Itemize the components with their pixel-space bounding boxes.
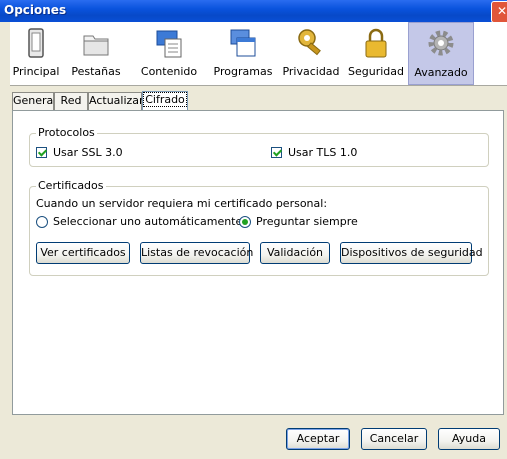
tab-label: Red <box>60 94 82 107</box>
tab-cifrado[interactable]: Cifrado <box>142 91 188 111</box>
cert-prompt: Cuando un servidor requiera mi certifica… <box>36 197 328 210</box>
options-window: Opciones ✕ Principal Pestañas Contenido … <box>0 0 507 459</box>
key-icon <box>298 29 321 56</box>
toolbar-item-avanzado[interactable]: Avanzado <box>408 22 474 85</box>
help-button[interactable]: Ayuda <box>438 428 500 450</box>
tab-red[interactable]: Red <box>54 92 88 110</box>
validation-button[interactable]: Validación <box>260 242 330 264</box>
tab-actualizar[interactable]: Actualizar <box>88 92 144 110</box>
programs-icon <box>230 29 256 57</box>
ssl-label[interactable]: Usar SSL 3.0 <box>53 146 123 159</box>
toolbar-label: Avanzado <box>414 66 468 79</box>
gear-icon <box>428 30 454 56</box>
folder-icon <box>83 35 109 56</box>
radio-auto-label[interactable]: Seleccionar uno automáticamente <box>53 215 242 228</box>
toolbar-item-pestanas[interactable]: Pestañas <box>62 22 130 85</box>
toolbar-item-privacidad[interactable]: Privacidad <box>278 22 344 85</box>
toolbar-item-principal[interactable]: Principal <box>10 22 62 85</box>
toolbar-item-programas[interactable]: Programas <box>208 22 278 85</box>
certificados-group: Certificados Cuando un servidor requiera… <box>29 179 489 276</box>
view-certificates-button[interactable]: Ver certificados <box>36 242 130 264</box>
padlock-icon <box>365 28 387 58</box>
cifrado-panel: Protocolos Usar SSL 3.0 Usar TLS 1.0 Cer… <box>12 110 504 415</box>
protocolos-group: Protocolos Usar SSL 3.0 Usar TLS 1.0 <box>29 126 489 167</box>
revocation-lists-button[interactable]: Listas de revocación <box>140 242 253 264</box>
tab-label: Actualizar <box>89 94 144 107</box>
preferences-toolbar: Principal Pestañas Contenido Programas P… <box>10 22 507 86</box>
toolbar-label: Privacidad <box>282 65 340 78</box>
close-icon[interactable]: ✕ <box>491 1 507 23</box>
window-title: Opciones <box>4 3 67 17</box>
radio-ask-label[interactable]: Preguntar siempre <box>256 215 358 228</box>
toolbar-label: Contenido <box>140 65 198 78</box>
radio-ask[interactable] <box>239 216 251 228</box>
toolbar-item-seguridad[interactable]: Seguridad <box>344 22 408 85</box>
tls-label[interactable]: Usar TLS 1.0 <box>288 146 357 159</box>
toolbar-label: Pestañas <box>71 65 121 78</box>
cancel-button[interactable]: Cancelar <box>361 428 427 450</box>
protocolos-legend: Protocolos <box>36 126 97 139</box>
toolbar-label: Programas <box>213 65 273 78</box>
tab-label: General <box>13 94 57 107</box>
device-icon <box>28 28 44 58</box>
security-devices-button[interactable]: Dispositivos de seguridad <box>340 242 483 264</box>
content-icon <box>156 30 182 58</box>
ssl-checkbox[interactable] <box>36 147 47 158</box>
toolbar-item-contenido[interactable]: Contenido <box>130 22 208 85</box>
title-bar[interactable]: Opciones ✕ <box>0 0 507 23</box>
radio-auto[interactable] <box>36 216 48 228</box>
tls-checkbox[interactable] <box>271 147 282 158</box>
toolbar-label: Principal <box>12 65 60 78</box>
toolbar-label: Seguridad <box>348 65 404 78</box>
accept-button[interactable]: Aceptar <box>286 428 350 450</box>
tab-general[interactable]: General <box>12 92 57 110</box>
tab-label: Cifrado <box>143 92 187 107</box>
certificados-legend: Certificados <box>36 179 106 192</box>
